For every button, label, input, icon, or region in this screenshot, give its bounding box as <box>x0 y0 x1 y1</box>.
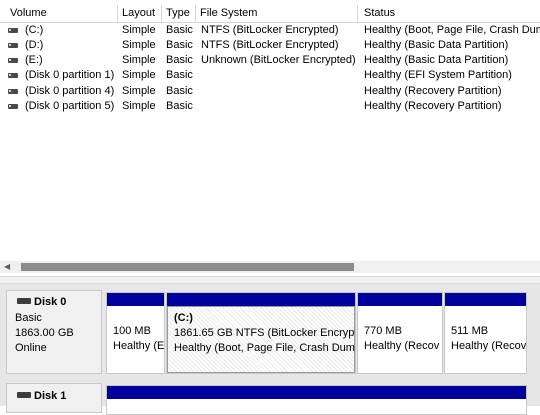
partition-efi[interactable]: 100 MB Healthy (E <box>106 292 165 374</box>
horizontal-scrollbar-thumb[interactable] <box>21 263 354 271</box>
volume-type: Basic <box>166 24 193 36</box>
column-header-volume[interactable]: Volume <box>0 5 118 22</box>
disk-icon <box>17 392 31 398</box>
table-row[interactable]: (C:) Simple Basic NTFS (BitLocker Encryp… <box>0 23 540 38</box>
volume-name: (Disk 0 partition 4) <box>25 85 115 97</box>
volume-type: Basic <box>166 54 193 66</box>
volume-layout: Simple <box>122 100 156 112</box>
disk-size: 1863.00 GB <box>15 327 74 339</box>
partition-status: Healthy (E <box>113 340 165 352</box>
partition-letter: (C:) <box>174 312 193 324</box>
volume-status: Healthy (Basic Data Partition) <box>364 39 509 51</box>
volume-status: Healthy (Recovery Partition) <box>364 100 502 112</box>
table-row[interactable]: (D:) Simple Basic NTFS (BitLocker Encryp… <box>0 38 540 53</box>
drive-icon <box>8 73 18 78</box>
partition-bar <box>167 293 355 306</box>
column-header-layout[interactable]: Layout <box>118 5 162 22</box>
volume-layout: Simple <box>122 54 156 66</box>
volume-layout: Simple <box>122 85 156 97</box>
volume-name: (D:) <box>25 39 44 51</box>
volume-filesystem <box>201 84 357 99</box>
volume-status: Healthy (Basic Data Partition) <box>364 54 509 66</box>
volume-type: Basic <box>166 85 193 97</box>
column-header-row: Volume Layout Type File System Status <box>0 5 540 23</box>
partition-recovery-2[interactable]: 511 MB Healthy (Recov <box>444 292 527 374</box>
volume-filesystem <box>201 99 357 114</box>
volume-filesystem: NTFS (BitLocker Encrypted) <box>201 24 339 36</box>
volume-layout: Simple <box>122 24 156 36</box>
partition-bar <box>445 293 526 306</box>
drive-icon <box>8 104 18 109</box>
partition-size: 1861.65 GB NTFS (BitLocker Encrypte <box>174 327 356 339</box>
disk-icon <box>17 298 31 304</box>
partition-recovery-1[interactable]: 770 MB Healthy (Recov <box>357 292 443 374</box>
partition-body: 100 MB Healthy (E <box>107 306 164 373</box>
volume-filesystem: NTFS (BitLocker Encrypted) <box>201 39 339 51</box>
drive-icon <box>8 58 18 63</box>
volume-filesystem <box>201 68 357 83</box>
volume-name: (Disk 0 partition 5) <box>25 100 115 112</box>
disk-details: Basic 1863.00 GB Online <box>15 311 74 356</box>
volume-status: Healthy (Boot, Page File, Crash Dump <box>364 24 540 36</box>
disk-0-label[interactable]: Disk 0 Basic 1863.00 GB Online <box>6 290 102 374</box>
disk-state: Online <box>15 342 47 354</box>
partition-status: Healthy (Recov <box>451 340 527 352</box>
disk-name: Disk 0 <box>34 296 67 308</box>
volume-status: Healthy (EFI System Partition) <box>364 69 512 81</box>
volume-list[interactable]: Volume Layout Type File System Status (C… <box>0 0 540 276</box>
table-row[interactable]: (E:) Simple Basic Unknown (BitLocker Enc… <box>0 53 540 68</box>
disk-map: Disk 0 Basic 1863.00 GB Online 100 MB He… <box>0 284 540 415</box>
partition-size: 511 MB <box>451 325 489 337</box>
drive-icon <box>8 28 18 33</box>
partition-status: Healthy (Recov <box>364 340 440 352</box>
column-header-status[interactable]: Status <box>358 5 540 22</box>
partition-body: (C:) 1861.65 GB NTFS (BitLocker Encrypte… <box>167 306 355 373</box>
partition-bar <box>107 293 164 306</box>
volume-type: Basic <box>166 39 193 51</box>
partition-size: 100 MB <box>113 325 151 337</box>
table-row[interactable]: (Disk 0 partition 1) Simple Basic Health… <box>0 68 540 83</box>
table-row[interactable]: (Disk 0 partition 4) Simple Basic Health… <box>0 84 540 99</box>
partition-body: 770 MB Healthy (Recov <box>358 306 442 373</box>
volume-type: Basic <box>166 100 193 112</box>
volume-status: Healthy (Recovery Partition) <box>364 85 502 97</box>
drive-icon <box>8 43 18 48</box>
partition-body: 511 MB Healthy (Recov <box>445 306 526 373</box>
drive-icon <box>8 89 18 94</box>
disk-type: Basic <box>15 312 42 324</box>
volume-name: (C:) <box>25 24 44 36</box>
column-header-filesystem[interactable]: File System <box>196 5 358 22</box>
partition-status: Healthy (Boot, Page File, Crash Dump <box>174 342 356 354</box>
disk-1-partitions[interactable] <box>106 385 527 415</box>
scroll-left-arrow-icon[interactable]: ◀ <box>4 262 10 272</box>
disk-name: Disk 1 <box>34 390 67 402</box>
volume-type: Basic <box>166 69 193 81</box>
column-header-type[interactable]: Type <box>162 5 196 22</box>
partition-bar <box>358 293 442 306</box>
partition-bar <box>107 386 526 399</box>
volume-name: (E:) <box>25 54 43 66</box>
partition-c[interactable]: (C:) 1861.65 GB NTFS (BitLocker Encrypte… <box>166 292 356 374</box>
volume-filesystem: Unknown (BitLocker Encrypted) <box>201 54 356 66</box>
partition-size: 770 MB <box>364 325 402 337</box>
pane-splitter[interactable] <box>0 276 540 284</box>
volume-name: (Disk 0 partition 1) <box>25 69 115 81</box>
disk-1-label[interactable]: Disk 1 <box>6 383 102 413</box>
volume-layout: Simple <box>122 39 156 51</box>
table-row[interactable]: (Disk 0 partition 5) Simple Basic Health… <box>0 99 540 114</box>
volume-layout: Simple <box>122 69 156 81</box>
